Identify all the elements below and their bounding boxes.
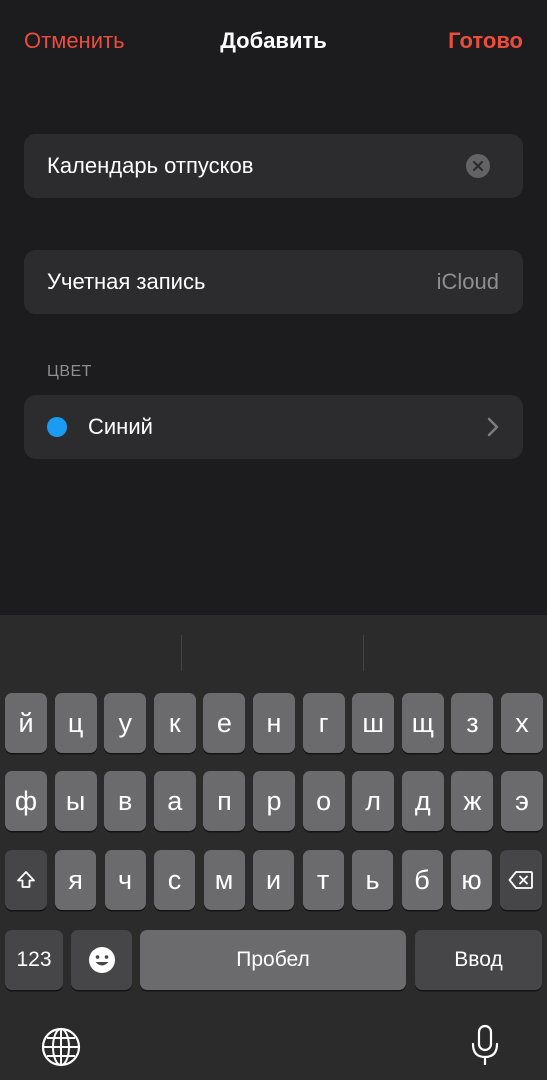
key-т[interactable]: т <box>302 850 344 910</box>
calendar-name-input[interactable] <box>47 134 467 198</box>
key-ь[interactable]: ь <box>352 850 393 910</box>
numbers-key[interactable]: 123 <box>5 930 63 990</box>
key-е[interactable]: е <box>203 693 246 753</box>
shift-icon <box>17 871 35 888</box>
cancel-button[interactable]: Отменить <box>24 28 125 54</box>
account-row[interactable]: Учетная запись iCloud <box>24 250 523 314</box>
emoji-icon <box>88 947 115 973</box>
key-о[interactable]: о <box>302 771 345 831</box>
key-э[interactable]: э <box>501 771 543 831</box>
key-з[interactable]: з <box>451 693 494 753</box>
key-м[interactable]: м <box>203 850 245 910</box>
mic-icon[interactable] <box>470 1024 500 1068</box>
account-label: Учетная запись <box>47 269 206 294</box>
globe-icon[interactable] <box>40 1026 82 1068</box>
done-button[interactable]: Готово <box>448 28 523 54</box>
key-и[interactable]: и <box>253 850 294 910</box>
account-value: iCloud <box>436 269 499 294</box>
key-п[interactable]: п <box>203 771 246 831</box>
key-х[interactable]: х <box>501 693 543 753</box>
chevron-right-icon <box>487 417 499 437</box>
key-ф[interactable]: ф <box>5 771 47 831</box>
key-г[interactable]: г <box>302 693 345 753</box>
key-л[interactable]: л <box>352 771 395 831</box>
key-ч[interactable]: ч <box>104 850 146 910</box>
color-name: Синий <box>88 414 153 439</box>
calendar-name-cell <box>24 134 523 198</box>
color-section-header: ЦВЕТ <box>47 363 92 380</box>
suggestion-divider <box>363 635 364 671</box>
key-ы[interactable]: ы <box>54 771 97 831</box>
keyboard: йцукенгшщзх фывапролджэ ячсмитьбю 123 Пр… <box>0 615 547 1080</box>
key-с[interactable]: с <box>154 850 195 910</box>
suggestion-divider <box>181 635 182 671</box>
key-ш[interactable]: ш <box>352 693 395 753</box>
key-д[interactable]: д <box>401 771 444 831</box>
key-я[interactable]: я <box>55 850 96 910</box>
color-swatch <box>47 417 67 437</box>
color-row[interactable]: Синий <box>24 395 523 459</box>
shift-key[interactable] <box>5 850 47 910</box>
key-р[interactable]: р <box>253 771 295 831</box>
delete-icon <box>508 871 533 889</box>
key-й[interactable]: й <box>5 693 47 753</box>
clear-icon[interactable] <box>466 154 490 178</box>
navigation-bar: Отменить Добавить Готово <box>0 0 547 84</box>
delete-key[interactable] <box>500 850 542 910</box>
key-щ[interactable]: щ <box>401 693 444 753</box>
key-ю[interactable]: ю <box>451 850 492 910</box>
key-ж[interactable]: ж <box>451 771 494 831</box>
return-key[interactable]: Ввод <box>415 930 542 990</box>
key-б[interactable]: б <box>401 850 443 910</box>
emoji-key[interactable] <box>71 930 132 990</box>
key-у[interactable]: у <box>104 693 147 753</box>
key-ц[interactable]: ц <box>54 693 97 753</box>
key-к[interactable]: к <box>153 693 196 753</box>
key-н[interactable]: н <box>253 693 295 753</box>
key-а[interactable]: а <box>153 771 196 831</box>
key-в[interactable]: в <box>104 771 147 831</box>
space-key[interactable]: Пробел <box>140 930 406 990</box>
